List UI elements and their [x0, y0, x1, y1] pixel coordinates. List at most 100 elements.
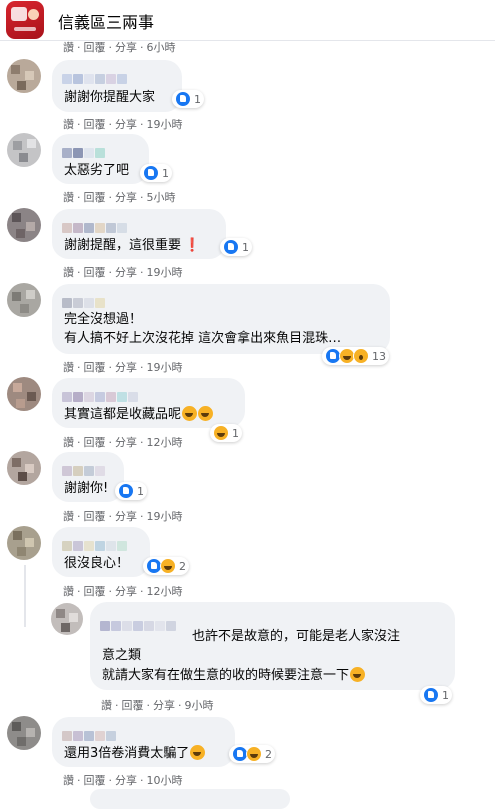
comment-actions: 讚 · 回覆 · 分享 · 19小時 [63, 361, 183, 374]
like-reaction-icon [175, 91, 191, 107]
share-action[interactable]: 分享 [115, 266, 137, 279]
like-action[interactable]: 讚 [63, 118, 74, 131]
comment-text: 就請大家有在做生意的收的時候要注意一下 [102, 666, 366, 685]
comment-time[interactable]: 9小時 [185, 699, 214, 712]
reaction-count: 1 [442, 688, 449, 702]
comment-time[interactable]: 6小時 [147, 41, 176, 54]
like-action[interactable]: 讚 [63, 361, 74, 374]
author-name[interactable] [62, 143, 106, 158]
like-action[interactable]: 讚 [101, 699, 112, 712]
share-action[interactable]: 分享 [115, 361, 137, 374]
reply-action[interactable]: 回覆 [84, 118, 106, 131]
reaction-summary[interactable]: 2 [229, 745, 275, 763]
avatar[interactable] [7, 377, 41, 411]
author-name[interactable] [62, 536, 128, 551]
author-name[interactable] [62, 293, 106, 308]
share-action[interactable]: 分享 [115, 510, 137, 523]
author-name[interactable] [62, 387, 139, 402]
comment-text: 太惡劣了吧 [64, 163, 130, 178]
comment-time[interactable]: 19小時 [147, 361, 183, 374]
avatar[interactable] [51, 603, 83, 635]
like-action[interactable]: 讚 [63, 191, 74, 204]
like-action[interactable]: 讚 [63, 266, 74, 279]
reply-action[interactable]: 回覆 [84, 585, 106, 598]
comment-bubble: 還用3倍卷消費太騙了 [52, 717, 235, 767]
reaction-summary[interactable]: 1 [172, 90, 204, 108]
reaction-count: 2 [179, 559, 186, 573]
reply-action[interactable]: 回覆 [84, 510, 106, 523]
author-name[interactable] [100, 616, 177, 631]
comment-time[interactable]: 12小時 [147, 436, 183, 449]
reaction-summary[interactable]: 1 [420, 686, 452, 704]
like-action[interactable]: 讚 [63, 436, 74, 449]
reply-thread-line [24, 565, 26, 627]
share-action[interactable]: 分享 [115, 774, 137, 787]
comment-bubble: 很沒良心！ [52, 527, 150, 577]
comment-time[interactable]: 10小時 [147, 774, 183, 787]
reaction-count: 1 [232, 426, 239, 440]
share-action[interactable]: 分享 [115, 585, 137, 598]
author-name[interactable] [62, 726, 117, 741]
comment-actions: 讚 · 回覆 · 分享 · 12小時 [63, 585, 183, 598]
reaction-summary[interactable]: 1 [140, 164, 172, 182]
avatar[interactable] [7, 208, 41, 242]
share-action[interactable]: 分享 [115, 191, 137, 204]
comment-actions: 讚 · 回覆 · 分享 · 9小時 [101, 699, 214, 712]
author-name[interactable] [62, 69, 128, 84]
author-name[interactable] [62, 218, 128, 233]
like-action[interactable]: 讚 [63, 41, 74, 54]
share-action[interactable]: 分享 [115, 436, 137, 449]
comment-text: 意之類 [102, 648, 142, 663]
share-action[interactable]: 分享 [153, 699, 175, 712]
avatar[interactable] [7, 526, 41, 560]
avatar[interactable] [7, 716, 41, 750]
author-name[interactable] [62, 461, 106, 476]
reply-action[interactable]: 回覆 [122, 699, 144, 712]
reply-action[interactable]: 回覆 [84, 41, 106, 54]
like-reaction-icon [118, 483, 134, 499]
comment-bubble [90, 789, 290, 809]
comment-actions: 讚 · 回覆 · 分享 · 19小時 [63, 266, 183, 279]
reaction-summary[interactable]: 2 [143, 557, 189, 575]
comment-time[interactable]: 19小時 [147, 266, 183, 279]
comment-time[interactable]: 5小時 [147, 191, 176, 204]
like-action[interactable]: 讚 [63, 510, 74, 523]
comment-time[interactable]: 19小時 [147, 118, 183, 131]
like-reaction-icon [143, 165, 159, 181]
avatar[interactable] [7, 451, 41, 485]
comment-bubble: 謝謝你提醒大家 [52, 60, 182, 112]
reaction-summary[interactable]: 1 [115, 482, 147, 500]
group-title[interactable]: 信義區三兩事 [58, 9, 154, 33]
group-header: 信義區三兩事 [0, 0, 495, 41]
group-avatar[interactable] [6, 1, 44, 39]
like-action[interactable]: 讚 [63, 585, 74, 598]
like-reaction-icon [223, 239, 239, 255]
comment-text: 完全沒想過！ [64, 312, 143, 327]
avatar[interactable] [7, 133, 41, 167]
comment-bubble: 謝謝提醒，這很重要 ❗ [52, 209, 226, 259]
reaction-summary[interactable]: 1 [220, 238, 252, 256]
reply-action[interactable]: 回覆 [84, 266, 106, 279]
comment-actions: 讚 · 回覆 · 分享 · 19小時 [63, 118, 183, 131]
comment-time[interactable]: 19小時 [147, 510, 183, 523]
comment-bubble: 謝謝你! [52, 452, 124, 502]
reply-action[interactable]: 回覆 [84, 361, 106, 374]
comment-bubble: 也許不是故意的，可能是老人家沒注 意之類 就請大家有在做生意的收的時候要注意一下 [90, 602, 455, 690]
avatar[interactable] [7, 59, 41, 93]
comment-text: 很沒良心！ [64, 556, 130, 571]
reaction-count: 1 [137, 484, 144, 498]
reaction-count: 2 [265, 747, 272, 761]
reply-action[interactable]: 回覆 [84, 774, 106, 787]
laughing-emoji [182, 406, 198, 421]
share-action[interactable]: 分享 [115, 41, 137, 54]
like-action[interactable]: 讚 [63, 774, 74, 787]
reply-action[interactable]: 回覆 [84, 436, 106, 449]
comment-actions: 讚 · 回覆 · 分享 · 19小時 [63, 510, 183, 523]
reaction-summary[interactable]: 13 [322, 347, 389, 365]
avatar[interactable] [7, 283, 41, 317]
share-action[interactable]: 分享 [115, 118, 137, 131]
comment-time[interactable]: 12小時 [147, 585, 183, 598]
reply-action[interactable]: 回覆 [84, 191, 106, 204]
reaction-summary[interactable]: 1 [210, 424, 242, 442]
comment-text: 謝謝提醒，這很重要 ❗ [64, 238, 201, 253]
